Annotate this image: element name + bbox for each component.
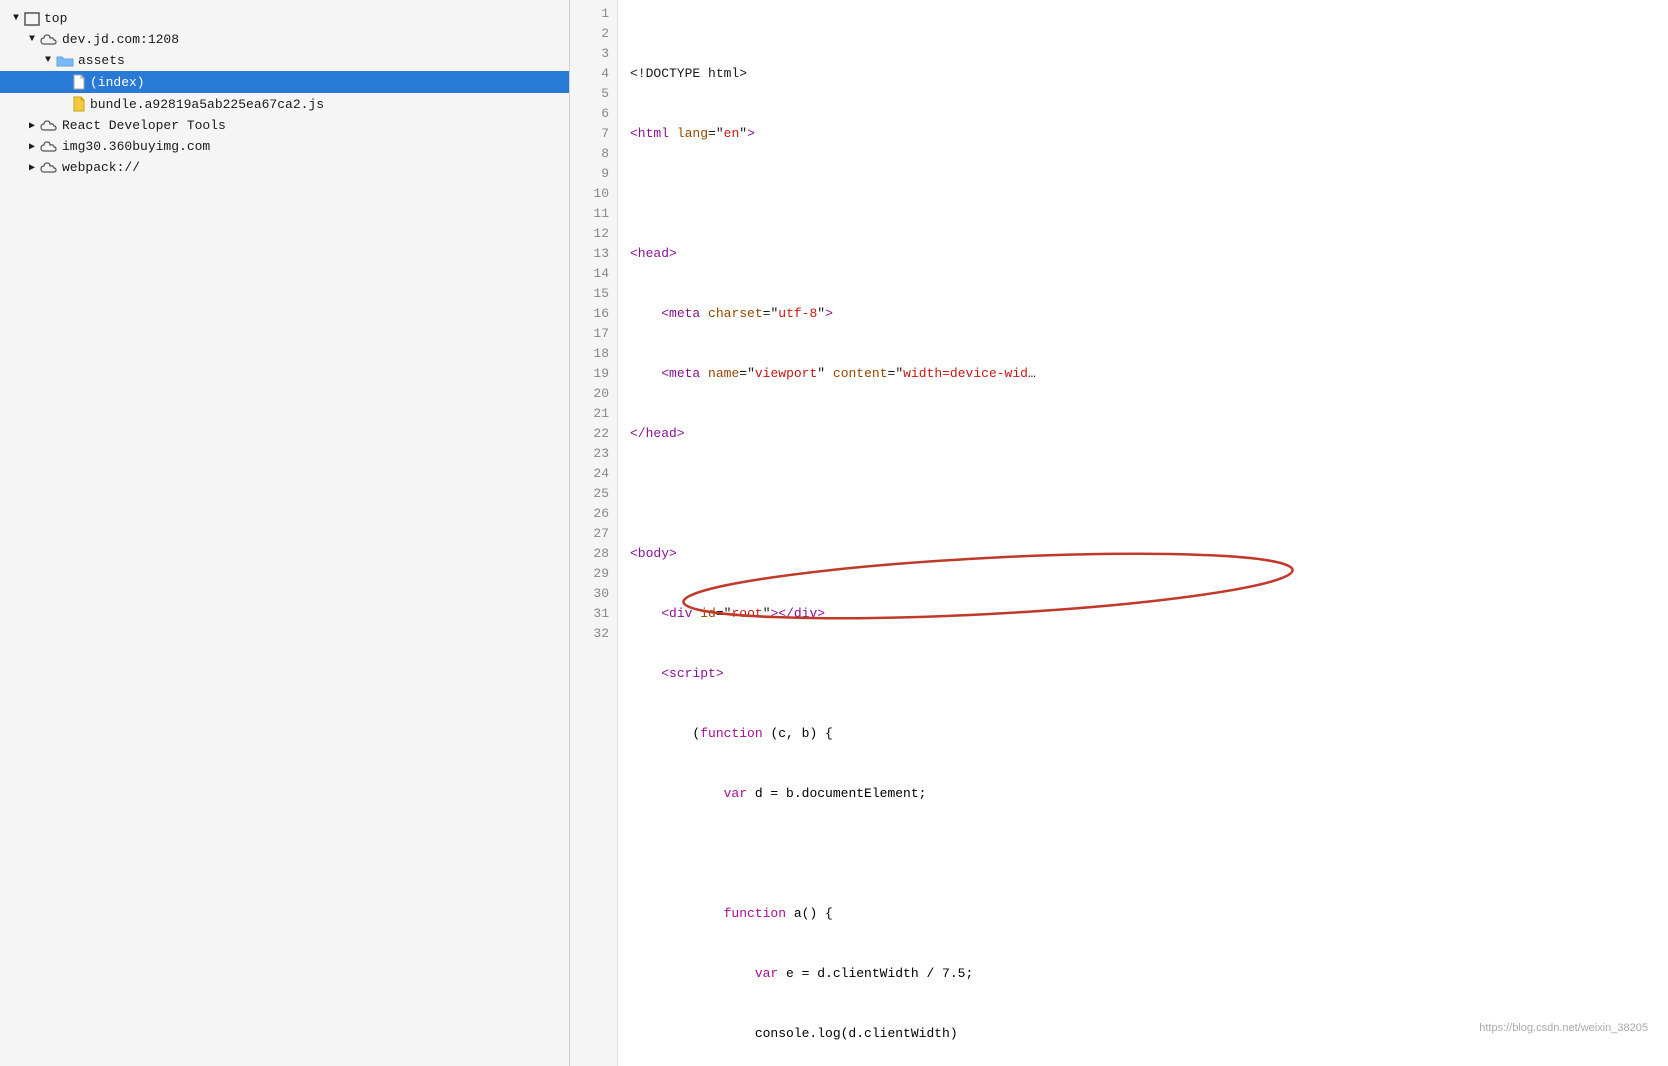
code-line-5: <meta charset="utf-8"> bbox=[630, 304, 1656, 324]
tree-item-dev-jd[interactable]: ▼ dev.jd.com:1208 bbox=[0, 29, 569, 50]
code-line-10: <div id="root"></div> bbox=[630, 604, 1656, 624]
label-assets: assets bbox=[78, 53, 569, 68]
code-container: 1 2 3 4 5 6 7 8 9 10 11 12 13 14 15 16 1… bbox=[570, 0, 1668, 1066]
code-line-16: var e = d.clientWidth / 7.5; bbox=[630, 964, 1656, 984]
code-line-2: <html lang="en"> bbox=[630, 124, 1656, 144]
label-bundle: bundle.a92819a5ab225ea67ca2.js bbox=[90, 97, 569, 112]
arrow-react-tools: ▶ bbox=[24, 120, 40, 132]
code-line-14 bbox=[630, 844, 1656, 864]
line-numbers: 1 2 3 4 5 6 7 8 9 10 11 12 13 14 15 16 1… bbox=[570, 0, 618, 1066]
watermark: https://blog.csdn.net/weixin_38205 bbox=[1455, 998, 1648, 1058]
label-react-tools: React Developer Tools bbox=[62, 118, 569, 133]
tree-item-bundle[interactable]: bundle.a92819a5ab225ea67ca2.js bbox=[0, 93, 569, 115]
tree-item-react-tools[interactable]: ▶ React Developer Tools bbox=[0, 115, 569, 136]
code-line-8 bbox=[630, 484, 1656, 504]
file-tree-panel: ▼ top ▼ dev.jd.com:1208 ▼ assets (index) bbox=[0, 0, 570, 1066]
file-icon-index bbox=[72, 74, 86, 90]
frame-icon bbox=[24, 12, 40, 26]
code-line-7: </head> bbox=[630, 424, 1656, 444]
code-content: <!DOCTYPE html> <html lang="en"> <head> … bbox=[618, 0, 1668, 1066]
label-img30: img30.360buyimg.com bbox=[62, 139, 569, 154]
tree-item-webpack[interactable]: ▶ webpack:// bbox=[0, 157, 569, 178]
label-webpack: webpack:// bbox=[62, 160, 569, 175]
tree-item-index[interactable]: (index) bbox=[0, 71, 569, 93]
code-line-4: <head> bbox=[630, 244, 1656, 264]
code-line-12: (function (c, b) { bbox=[630, 724, 1656, 744]
arrow-assets: ▼ bbox=[40, 55, 56, 66]
cloud-icon-img30 bbox=[40, 140, 58, 154]
code-line-6: <meta name="viewport" content="width=dev… bbox=[630, 364, 1656, 384]
arrow-dev-jd: ▼ bbox=[24, 34, 40, 45]
tree-item-img30[interactable]: ▶ img30.360buyimg.com bbox=[0, 136, 569, 157]
tree-item-top[interactable]: ▼ top bbox=[0, 8, 569, 29]
cloud-icon-react-tools bbox=[40, 119, 58, 133]
tree-item-assets[interactable]: ▼ assets bbox=[0, 50, 569, 71]
cloud-icon-webpack bbox=[40, 161, 58, 175]
label-index: (index) bbox=[90, 75, 569, 90]
code-line-15: function a() { bbox=[630, 904, 1656, 924]
code-line-1: <!DOCTYPE html> bbox=[630, 64, 1656, 84]
code-line-9: <body> bbox=[630, 544, 1656, 564]
folder-icon-assets bbox=[56, 54, 74, 68]
code-panel: 1 2 3 4 5 6 7 8 9 10 11 12 13 14 15 16 1… bbox=[570, 0, 1668, 1066]
label-dev-jd: dev.jd.com:1208 bbox=[62, 32, 569, 47]
cloud-icon-dev-jd bbox=[40, 33, 58, 47]
code-line-3 bbox=[630, 184, 1656, 204]
file-icon-bundle bbox=[72, 96, 86, 112]
code-line-13: var d = b.documentElement; bbox=[630, 784, 1656, 804]
arrow-webpack: ▶ bbox=[24, 162, 40, 174]
code-line-11: <script> bbox=[630, 664, 1656, 684]
arrow-img30: ▶ bbox=[24, 141, 40, 153]
arrow-top: ▼ bbox=[8, 13, 24, 24]
label-top: top bbox=[44, 11, 569, 26]
